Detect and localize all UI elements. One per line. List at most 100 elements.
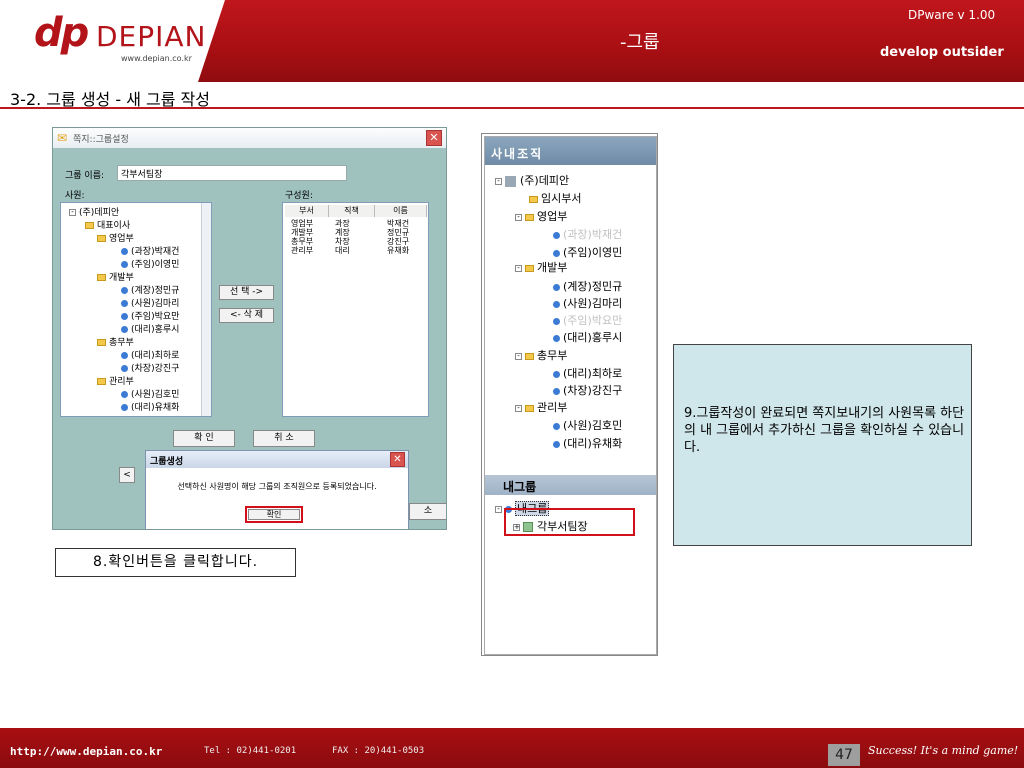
person-icon xyxy=(121,313,128,320)
tree-node[interactable]: (주임)이영민 xyxy=(121,257,179,270)
cell-name: 유채화 xyxy=(387,246,410,255)
add-member-button[interactable]: 선 택 -> xyxy=(219,285,274,300)
tree-label: 영업부 xyxy=(109,234,134,244)
org-label: 개발부 xyxy=(537,261,568,274)
collapse-icon[interactable]: - xyxy=(515,352,522,360)
org-label: (주임)박요만 xyxy=(563,314,623,327)
tree-node[interactable]: (주임)박요만 xyxy=(121,309,179,322)
collapse-icon[interactable]: - xyxy=(515,264,522,272)
org-label: (사원)김호민 xyxy=(563,419,623,432)
cell-dept: 관리부 xyxy=(291,246,314,255)
org-node[interactable]: (대리)유채화 xyxy=(553,435,622,451)
tree-node[interactable]: (과장)박재건 xyxy=(121,244,179,257)
tree-scrollbar[interactable] xyxy=(201,203,211,416)
org-node[interactable]: (과장)박재건 xyxy=(553,226,622,242)
callout-step-9-text: 9.그룹작성이 완료되면 쪽지보내기의 사원목록 하단의 내 그룹에서 추가하신… xyxy=(684,406,965,455)
tree-label: (주)데피안 xyxy=(79,208,120,218)
tree-label: (주임)박요만 xyxy=(131,312,180,322)
table-row[interactable]: 개발부 xyxy=(291,228,313,237)
logo-mark: dp xyxy=(34,10,89,56)
collapse-icon[interactable]: - xyxy=(515,404,522,412)
tree-label: (계장)정민규 xyxy=(131,286,180,296)
org-label: 총무부 xyxy=(537,349,568,362)
tree-node[interactable]: (계장)정민규 xyxy=(121,283,179,296)
tree-node[interactable]: (대리)홍루시 xyxy=(121,322,179,335)
tree-label: (대리)최하로 xyxy=(131,351,180,361)
org-node[interactable]: - 개발부 xyxy=(515,259,567,275)
cell-title: 차장 xyxy=(335,237,350,246)
tree-label: (주임)이영민 xyxy=(131,260,180,270)
collapse-icon[interactable]: - xyxy=(515,213,522,221)
org-node[interactable]: (사원)김마리 xyxy=(553,295,622,311)
tree-node[interactable]: 관리부 xyxy=(97,374,134,387)
tree-node[interactable]: 총무부 xyxy=(97,335,134,348)
org-panel-header: 사내조직 xyxy=(485,137,656,165)
column-header[interactable]: 이름 xyxy=(375,205,427,217)
confirm-message: 선택하신 사원명이 해당 그룹의 조직원으로 등록되었습니다. xyxy=(177,482,377,491)
org-node[interactable]: (사원)김호민 xyxy=(553,417,622,433)
collapse-icon[interactable]: - xyxy=(495,177,502,185)
tree-label: 관리부 xyxy=(109,377,134,387)
tree-node[interactable]: 영업부 xyxy=(97,231,134,244)
org-node[interactable]: 임시부서 xyxy=(529,190,581,206)
person-icon xyxy=(121,248,128,255)
scroll-left-button[interactable]: < xyxy=(119,467,135,483)
org-node[interactable]: - (주)데피안 xyxy=(495,172,569,188)
ok-button[interactable]: 확 인 xyxy=(173,430,235,447)
callout-step-9: 9.그룹작성이 완료되면 쪽지보내기의 사원목록 하단의 내 그룹에서 추가하신… xyxy=(673,344,972,546)
tree-node[interactable]: (사원)김호민 xyxy=(121,387,179,400)
cell-dept: 영업부 xyxy=(291,219,314,228)
tree-node[interactable]: - (주)데피안 xyxy=(69,205,119,218)
close-icon[interactable]: ✕ xyxy=(426,130,442,146)
collapse-icon[interactable]: - xyxy=(495,505,502,513)
partial-cancel-button[interactable]: 소 xyxy=(409,503,446,520)
org-label: (차장)강진구 xyxy=(563,384,623,397)
remove-member-button[interactable]: <- 삭 제 xyxy=(219,308,274,323)
person-icon xyxy=(121,404,128,411)
cancel-button[interactable]: 취 소 xyxy=(253,430,315,447)
tree-node[interactable]: 개발부 xyxy=(97,270,134,283)
close-icon[interactable]: ✕ xyxy=(390,452,405,467)
org-node[interactable]: - 총무부 xyxy=(515,347,567,363)
tree-node[interactable]: (차장)강진구 xyxy=(121,361,179,374)
tree-node[interactable]: (사원)김마리 xyxy=(121,296,179,309)
table-row[interactable]: 총무부 xyxy=(291,237,313,246)
org-node[interactable]: (주임)박요만 xyxy=(553,312,622,328)
table-row[interactable]: 영업부 xyxy=(291,219,313,228)
person-icon xyxy=(553,387,560,395)
org-label: (대리)유채화 xyxy=(563,437,623,450)
tree-label: (대리)홍루시 xyxy=(131,325,180,335)
org-node[interactable]: (차장)강진구 xyxy=(553,382,622,398)
tree-node[interactable]: (대리)유채화 xyxy=(121,400,179,413)
org-node[interactable]: (대리)홍루시 xyxy=(553,329,622,345)
footer-tagline: Success! It's a mind game! xyxy=(868,744,1019,757)
org-node[interactable]: (주임)이영민 xyxy=(553,244,622,260)
org-label: (대리)홍루시 xyxy=(563,331,623,344)
tree-node[interactable]: 대표이사 xyxy=(85,218,130,231)
confirm-ok-button[interactable]: 확인 xyxy=(248,509,300,520)
tree-node[interactable]: (대리)최하로 xyxy=(121,348,179,361)
collapse-icon[interactable]: - xyxy=(69,209,76,216)
group-name-input[interactable]: 각부서팀장 xyxy=(117,165,347,181)
org-node[interactable]: (대리)최하로 xyxy=(553,365,622,381)
column-header[interactable]: 부서 xyxy=(285,205,329,217)
confirm-dialog: 그룹생성 ✕ 선택하신 사원명이 해당 그룹의 조직원으로 등록되었습니다. 확… xyxy=(145,450,409,529)
org-node[interactable]: - 관리부 xyxy=(515,399,567,415)
logo-name: DEPIAN xyxy=(96,20,207,53)
person-icon xyxy=(553,422,560,430)
header-center-title: -그룹 xyxy=(620,32,660,53)
page-number: 47 xyxy=(828,744,860,766)
org-label: (계장)정민규 xyxy=(563,280,623,293)
org-node[interactable]: - 영업부 xyxy=(515,208,567,224)
person-icon xyxy=(121,287,128,294)
tree-label: (대리)유채화 xyxy=(131,403,180,413)
member-list[interactable]: 부서 직책 이름 영업부 과장 박재건 개발부 계장 정민규 총무부 차장 강진… xyxy=(282,202,429,417)
org-node[interactable]: (계장)정민규 xyxy=(553,278,622,294)
dialog-titlebar: ✉ 쪽지::그룹설정 ✕ xyxy=(53,128,446,148)
org-label: (주임)이영민 xyxy=(563,246,623,259)
employee-tree[interactable]: - (주)데피안 대표이사 영업부 (과장)박재건 (주임)이영민 개발부 (계장… xyxy=(60,202,212,417)
column-header[interactable]: 직책 xyxy=(329,205,375,217)
cell-dept: 개발부 xyxy=(291,228,314,237)
table-row[interactable]: 관리부 xyxy=(291,246,313,255)
cell-name: 박재건 xyxy=(387,219,410,228)
